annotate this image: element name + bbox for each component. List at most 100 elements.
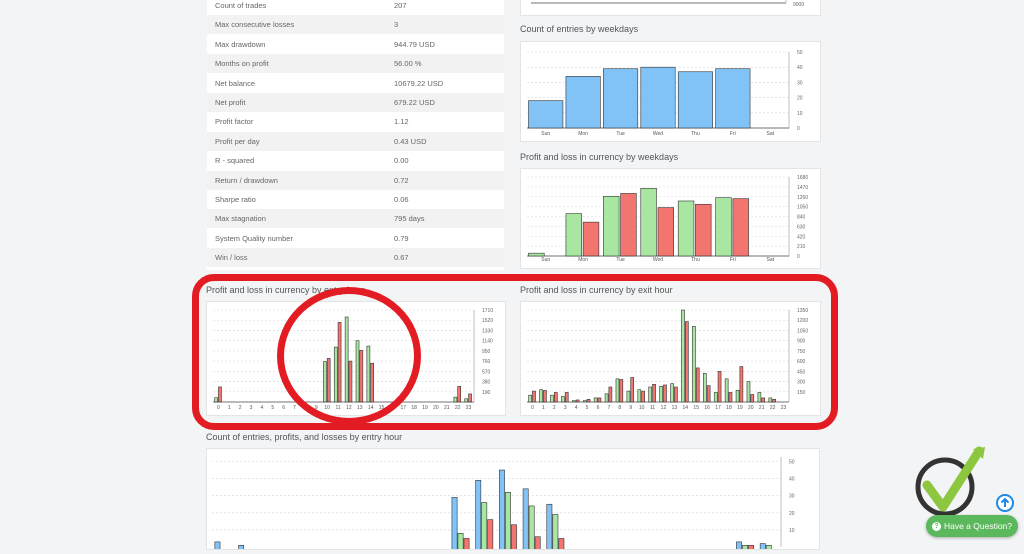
chart-bar <box>481 502 488 552</box>
chart-title-weekday-count: Count of entries by weekdays <box>520 24 639 34</box>
chart-bar <box>582 221 600 257</box>
chart-bar <box>499 469 505 552</box>
chart-bar <box>238 544 245 552</box>
chart-bar <box>677 200 695 257</box>
stat-label: Profit per day <box>215 136 260 146</box>
question-icon: ? <box>931 522 941 532</box>
x-tick-label: Fri <box>730 257 736 263</box>
y-tick-label: 630 <box>797 224 806 230</box>
chart-panel-top-partial: 9000 <box>520 0 821 16</box>
chart-bar <box>522 488 529 552</box>
chart-bar <box>742 544 748 552</box>
x-tick-label: Mon <box>578 257 588 263</box>
stat-value: 56.00 % <box>394 59 422 69</box>
chart-bar <box>505 491 511 552</box>
stat-row: System Quality number 0.79 <box>207 229 504 248</box>
checkmark-logo-icon <box>915 446 985 517</box>
stat-value: 3 <box>394 20 399 30</box>
stat-value: 0.00 <box>394 156 409 166</box>
chart-bar <box>715 197 732 257</box>
chart-bar <box>695 203 712 257</box>
stat-row: Sharpe ratio 0.06 <box>207 190 504 209</box>
chart-bar <box>552 514 559 552</box>
y-tick-label: 40 <box>797 65 803 71</box>
chart-entry-hour-count-svg: 10 20 30 40 50 <box>212 457 795 552</box>
stat-label: System Quality number <box>215 233 293 243</box>
x-tick-label: Mon <box>578 131 588 137</box>
y-tick-label: 20 <box>797 96 803 102</box>
y-tick-label: 210 <box>797 244 806 250</box>
stat-row: Profit factor 1.12 <box>207 112 504 131</box>
x-tick-label: Thu <box>691 131 700 137</box>
chart-panel-weekday-pl: 0 210 420 630 840 1050 1260 1470 1680 Sun Mon Tue We… <box>520 168 821 269</box>
y-tick-label: 20 <box>789 511 795 517</box>
chart-bar <box>534 536 541 552</box>
stat-row: Max stagnation 795 days <box>207 209 504 229</box>
stat-label: Win / loss <box>215 253 248 263</box>
stat-value: 795 days <box>394 214 425 224</box>
y-tick-label: 0 <box>797 254 800 260</box>
chart-bar <box>715 68 751 129</box>
have-a-question-button[interactable]: ? Have a Question? <box>926 515 1018 537</box>
chart-panel-entry-hour-count: 10 20 30 40 50 <box>206 448 820 552</box>
scroll-up-button[interactable] <box>996 494 1014 512</box>
stat-row: Net balance 10679.22 USD <box>207 74 504 93</box>
stat-label: Max consecutive losses <box>215 20 295 30</box>
x-tick-label: Fri <box>730 131 736 137</box>
y-tick-label: 1050 <box>797 205 808 211</box>
have-a-question-label: Have a Question? <box>943 521 1013 531</box>
stat-label: Sharpe ratio <box>215 195 256 204</box>
stat-value: 0.79 <box>394 233 409 243</box>
stat-value: 207 <box>394 1 407 10</box>
y-tick-label: 840 <box>797 215 806 221</box>
chart-bar <box>736 541 742 552</box>
y-tick-label: 30 <box>797 80 803 86</box>
y-tick-label: 420 <box>797 234 806 240</box>
chart-bar <box>640 187 657 257</box>
y-tick-label: 1470 <box>797 185 808 191</box>
chart-bar <box>748 544 754 552</box>
chart-bar <box>603 195 620 257</box>
x-tick-label: Thu <box>691 257 700 263</box>
stat-row: Max consecutive losses 3 <box>207 15 504 35</box>
stat-row: Net profit 679.22 USD <box>207 93 504 112</box>
chart-bar <box>457 533 464 552</box>
x-tick-label: Sun <box>541 131 550 137</box>
chart-bar <box>565 213 582 257</box>
stat-label: Count of trades <box>215 1 267 10</box>
stat-row: Return / drawdown 0.72 <box>207 170 504 190</box>
y-tick-label: 9000 <box>793 2 804 8</box>
stat-label: R - squared <box>215 156 255 166</box>
stat-value: 944.79 USD <box>394 39 435 49</box>
y-tick-label: 10 <box>789 528 795 534</box>
chart-title-entry-hour-count: Count of entries, profits, and losses by… <box>206 432 403 442</box>
chart-bar <box>528 100 564 129</box>
stat-value: 0.43 USD <box>394 136 427 146</box>
x-tick-label: Wed <box>653 131 663 137</box>
chart-bar <box>677 71 713 129</box>
stat-row: R - squared 0.00 <box>207 151 504 170</box>
arrow-up-icon <box>1000 497 1010 507</box>
stat-value: 0.06 <box>394 195 409 204</box>
chart-bar <box>640 66 676 129</box>
stat-row: Profit per day 0.43 USD <box>207 131 504 151</box>
chart-weekday-count-svg: 0 10 20 30 40 50 Sun Mon Tue Wed Thu Fri Sat <box>527 50 803 137</box>
chart-bar <box>451 497 458 552</box>
highlight-circle <box>277 287 421 425</box>
chart-top-partial-svg: 9000 <box>531 0 804 8</box>
stat-label: Max stagnation <box>215 214 266 224</box>
y-tick-label: 10 <box>797 111 803 117</box>
x-tick-label: Wed <box>653 257 663 263</box>
chart-bar <box>603 68 639 129</box>
chart-bar <box>765 544 772 552</box>
y-tick-label: 1680 <box>797 175 808 181</box>
chart-bar <box>528 505 535 552</box>
x-tick-label: Sun <box>541 257 550 263</box>
chart-bar <box>759 543 766 552</box>
x-tick-label: Sat <box>767 131 775 137</box>
stat-label: Max drawdown <box>215 39 266 49</box>
stat-value: 0.72 <box>394 175 409 185</box>
y-tick-label: 1260 <box>797 195 808 201</box>
stat-row: Win / loss 0.67 <box>207 248 504 268</box>
stat-value: 1.12 <box>394 117 409 127</box>
